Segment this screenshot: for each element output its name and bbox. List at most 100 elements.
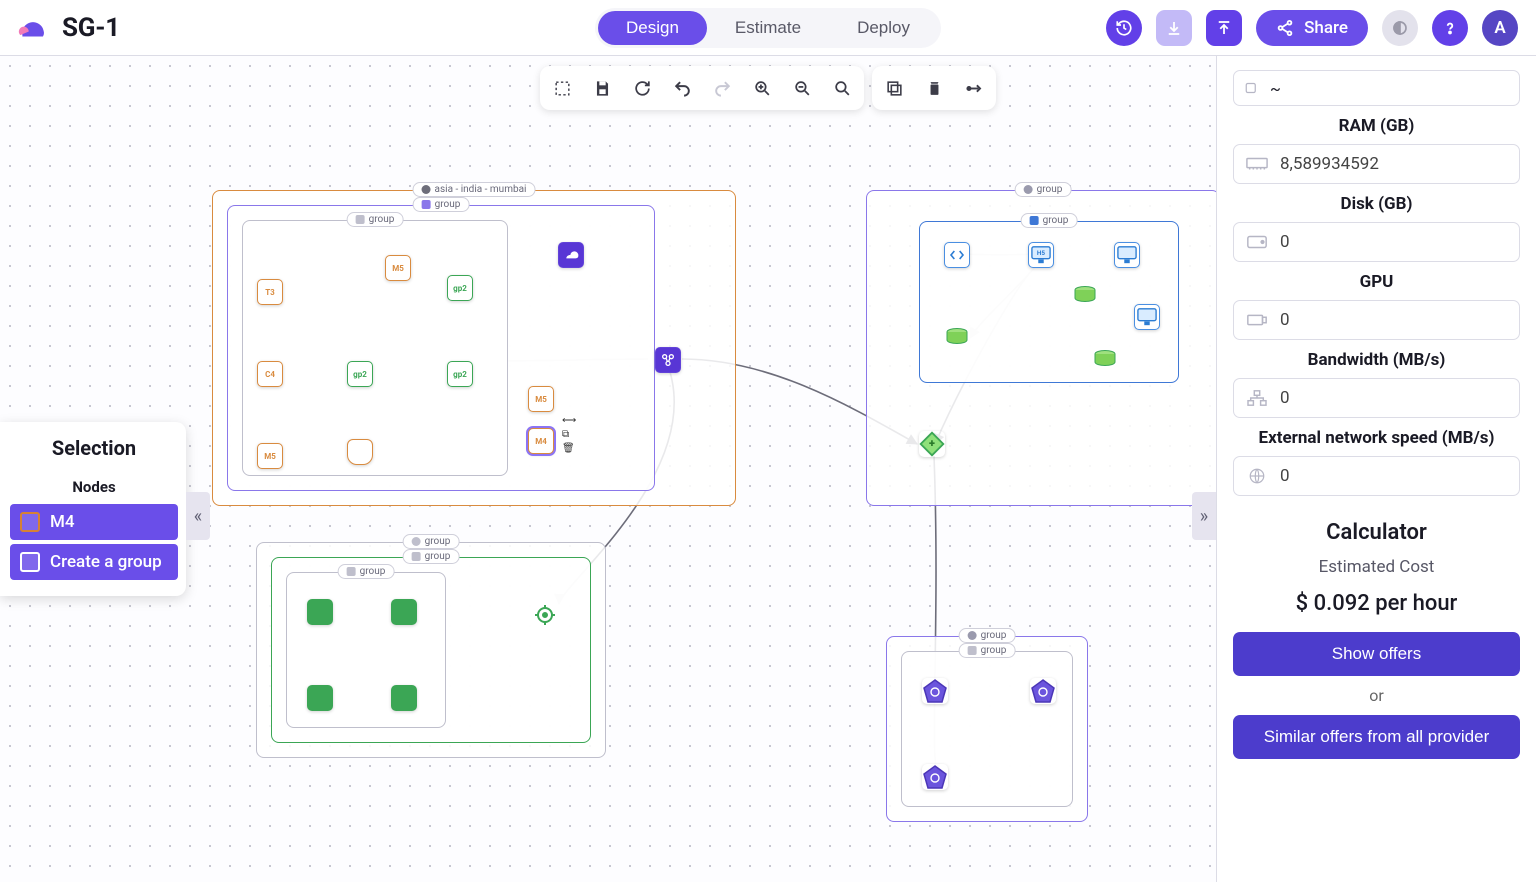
ram-input[interactable]: 8,589934592 [1233,144,1520,184]
group-tag-1: group [413,197,470,212]
tool-refresh[interactable] [624,70,660,106]
tool-zoom-fit[interactable] [824,70,860,106]
region-purple-pentagon[interactable]: group group [886,636,1088,822]
node-monitor3[interactable] [1134,304,1160,330]
node-m5a[interactable]: M5 [385,255,411,281]
node-code[interactable] [944,242,970,268]
node-gp2a[interactable]: gp2 [447,275,473,301]
truncated-field[interactable]: ~ [1233,70,1520,106]
gpu-label: GPU [1233,272,1520,292]
calculator-cost: $ 0.092 per hour [1233,591,1520,616]
node-c4[interactable]: C4 [257,361,283,387]
node-m5c[interactable]: M5 [528,386,554,412]
disk-icon [1246,233,1268,251]
svg-text:H5: H5 [1037,249,1045,257]
upload-icon[interactable] [1206,10,1242,46]
node-router[interactable] [655,347,681,373]
handle-duplicate-icon[interactable]: ⧉ [562,430,569,440]
tool-duplicate[interactable] [876,70,912,106]
group-tag-pent-inner: group [959,643,1016,658]
region-tag: asia - india - mumbai [413,182,536,197]
ext-label: External network speed (MB/s) [1233,428,1520,448]
tool-undo[interactable] [664,70,700,106]
history-icon[interactable] [1106,10,1142,46]
avatar[interactable]: A [1482,10,1518,46]
node-t3[interactable]: T3 [257,279,283,305]
selection-panel: Selection Nodes M4 Create a group [0,422,186,596]
create-group-button[interactable]: Create a group [10,544,178,580]
node-chip2[interactable] [391,599,417,625]
node-service-purple[interactable] [558,242,584,268]
tab-design[interactable]: Design [598,11,707,45]
tool-zoom-out[interactable] [784,70,820,106]
node-pentagon1[interactable] [922,678,948,704]
region-green-outer[interactable]: group group group [256,542,606,758]
node-disk1[interactable] [1072,282,1098,308]
selection-title: Selection [10,436,178,460]
node-m4-selected[interactable]: M4 [528,428,554,454]
app-title: SG-1 [62,13,120,43]
group-blue-inner[interactable]: group H5 [919,221,1179,383]
node-cylinder[interactable] [347,439,373,465]
selection-nodes-label: Nodes [10,478,178,496]
handle-connect-icon[interactable]: ⟷ [562,416,576,426]
node-chip3[interactable] [307,685,333,711]
group-tag-blue-outer: group [1015,182,1072,197]
show-offers-button[interactable]: Show offers [1233,632,1520,676]
node-monitor2[interactable] [1114,242,1140,268]
disk-label: Disk (GB) [1233,194,1520,214]
bw-label: Bandwidth (MB/s) [1233,350,1520,370]
region-asia-mumbai[interactable]: asia - india - mumbai group group T3 M5 … [212,190,736,506]
tool-save[interactable] [584,70,620,106]
collapse-left-icon[interactable]: « [186,492,210,540]
tool-select[interactable] [544,70,580,106]
share-button[interactable]: Share [1256,10,1368,46]
ext-input[interactable]: 0 [1233,456,1520,496]
or-separator: or [1233,686,1520,705]
selection-node-m4[interactable]: M4 [10,504,178,540]
node-disk2[interactable] [944,324,970,350]
group-tag-green-outer: group [403,534,460,549]
node-gp2b[interactable]: gp2 [347,361,373,387]
node-disk3[interactable] [1092,346,1118,372]
node-chip1[interactable] [307,599,333,625]
ext-value: 0 [1280,466,1290,486]
tool-redo [704,70,740,106]
subgroup-1[interactable]: group T3 M5 gp2 C4 gp2 gp2 M5 [242,220,508,476]
group-pent-inner[interactable]: group [901,651,1073,807]
node-m5b[interactable]: M5 [257,443,283,469]
group-green[interactable]: group group [271,557,591,743]
tool-zoom-in[interactable] [744,70,780,106]
disk-input[interactable]: 0 [1233,222,1520,262]
gpu-value: 0 [1280,310,1290,330]
download-icon[interactable] [1156,10,1192,46]
node-pentagon3[interactable] [922,764,948,790]
group-purple-1[interactable]: group group T3 M5 gp2 C4 gp2 gp2 M5 M5 M… [227,205,655,491]
tool-connect[interactable] [956,70,992,106]
node-gp2c[interactable]: gp2 [447,361,473,387]
subgroup-green[interactable]: group [286,572,446,728]
group-tag-green: group [403,549,460,564]
logo-icon [16,13,50,43]
node-target[interactable] [532,602,558,628]
group-icon [20,552,40,572]
tab-estimate[interactable]: Estimate [707,11,829,45]
node-chip4[interactable] [391,685,417,711]
node-pentagon2[interactable] [1030,678,1056,704]
bw-input[interactable]: 0 [1233,378,1520,418]
region-blue[interactable]: group group H5 [866,190,1220,506]
canvas-toolbar [540,66,996,110]
node-monitor-h5[interactable]: H5 [1028,242,1054,268]
globe-icon [1246,467,1268,485]
gpu-input[interactable]: 0 [1233,300,1520,340]
tool-delete[interactable] [916,70,952,106]
collapse-right-icon[interactable]: » [1192,492,1216,540]
svg-text:+: + [929,437,935,450]
similar-offers-button[interactable]: Similar offers from all provider [1233,715,1520,759]
handle-delete-icon[interactable]: 🗑 [562,444,575,454]
node-diamond[interactable]: + [919,431,945,457]
help-icon[interactable] [1432,10,1468,46]
tab-deploy[interactable]: Deploy [829,11,938,45]
theme-icon[interactable] [1382,10,1418,46]
properties-panel: ~ RAM (GB) 8,589934592 Disk (GB) 0 GPU 0… [1216,56,1536,882]
